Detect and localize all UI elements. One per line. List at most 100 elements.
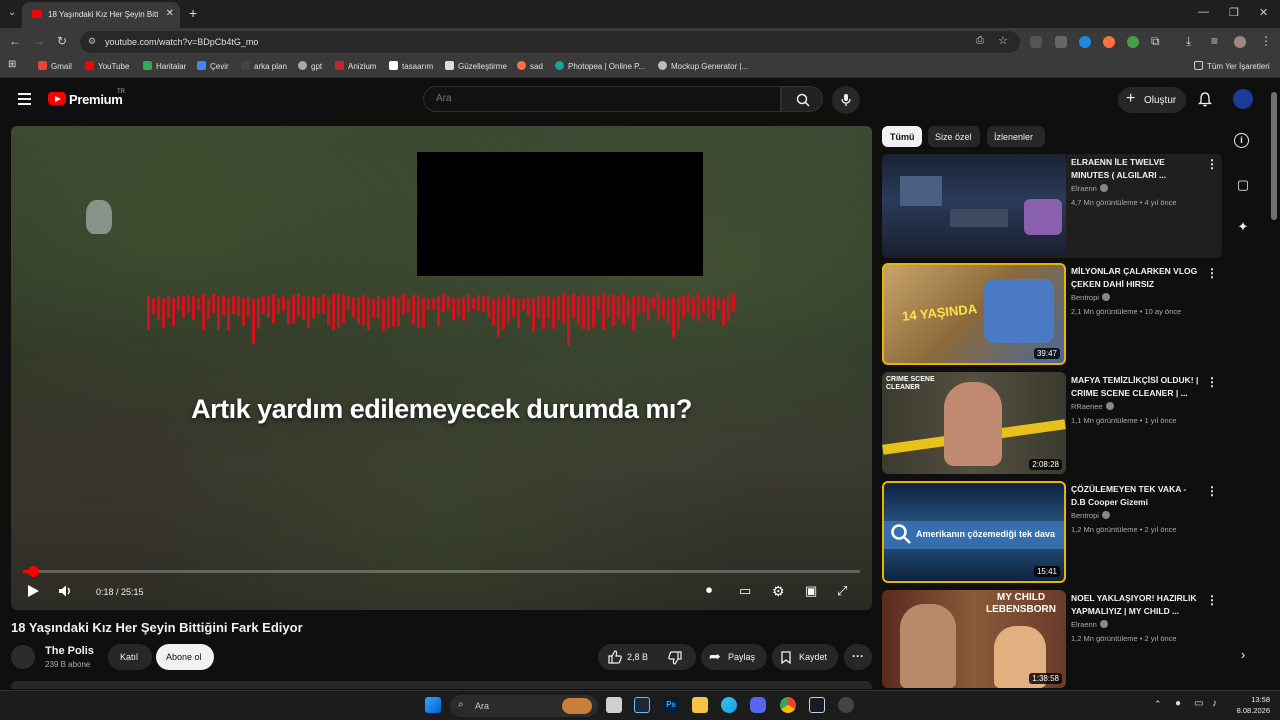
progress-scrubber[interactable]	[28, 566, 39, 577]
download-icon[interactable]: ⤓	[1186, 34, 1191, 49]
extension-icon[interactable]	[1030, 36, 1042, 48]
extension-x-icon[interactable]	[1055, 36, 1067, 48]
recommendation-item[interactable]: 14 YAŞINDA 39:47 MİLYONLAR ÇALARKEN VLOG…	[882, 263, 1222, 367]
voice-search-button[interactable]	[832, 86, 860, 114]
close-window-icon[interactable]: ✕	[1259, 6, 1268, 19]
save-button[interactable]: Kaydet	[772, 644, 838, 670]
more-options-icon[interactable]: ⋮	[1206, 593, 1218, 607]
recommendation-item[interactable]: ELRAENN İLE TWELVE MINUTES ( ALGILARI ..…	[882, 154, 1222, 258]
discord-icon[interactable]	[750, 697, 766, 713]
channel-name[interactable]: The Polis	[45, 645, 94, 657]
autoplay-toggle-icon[interactable]: ⏺	[706, 583, 712, 598]
like-icon[interactable]	[608, 650, 622, 664]
miniplayer-icon[interactable]: ▣	[805, 583, 817, 599]
search-box[interactable]	[423, 86, 781, 112]
tab-list-chevron-icon[interactable]: ⌄	[8, 7, 16, 18]
scrollbar[interactable]	[1271, 92, 1277, 220]
reload-icon[interactable]: ↻	[57, 34, 67, 48]
join-button[interactable]: Katıl	[108, 644, 152, 670]
bookmark-gmail[interactable]: Gmail	[38, 61, 72, 71]
chrome-icon[interactable]	[780, 697, 796, 713]
restore-icon[interactable]: ❐	[1229, 6, 1239, 19]
address-bar[interactable]: ⚙ youtube.com/watch?v=BDpCb4tG_mo ⎙ ☆	[80, 31, 1020, 53]
bookmark-beautify[interactable]: Güzelleştirme	[445, 61, 507, 71]
youtube-logo-icon[interactable]	[48, 92, 66, 105]
channel-avatar[interactable]	[11, 645, 35, 669]
extension-blue-icon[interactable]	[1079, 36, 1091, 48]
bookmark-youtube[interactable]: YouTube	[85, 61, 129, 71]
recommendation-item[interactable]: CRIME SCENE CLEANER 2:08:28 MAFYA TEMİZL…	[882, 372, 1222, 476]
dislike-icon[interactable]	[668, 651, 682, 665]
bookmark-photopea[interactable]: Photopea | Online P...	[555, 61, 645, 71]
chip-all[interactable]: Tümü	[882, 126, 922, 147]
search-input[interactable]	[436, 93, 756, 104]
menu-hamburger-icon[interactable]	[18, 93, 31, 105]
chat-icon[interactable]: ▢	[1234, 177, 1252, 195]
forward-icon[interactable]: →	[33, 34, 45, 48]
bookmark-anizium[interactable]: Anizium	[335, 61, 376, 71]
site-info-icon[interactable]: ⚙	[88, 36, 96, 47]
extensions-puzzle-icon[interactable]: ⧉	[1151, 34, 1160, 49]
bookmark-translate[interactable]: Çevir	[197, 61, 229, 71]
app-icon[interactable]	[838, 697, 854, 713]
chip-for-you[interactable]: Size özel	[928, 126, 980, 147]
bookmark-star-icon[interactable]: ☆	[998, 34, 1008, 47]
back-icon[interactable]: ←	[9, 34, 21, 48]
bookmark-gpt[interactable]: gpt	[298, 61, 322, 71]
file-explorer-icon[interactable]	[692, 697, 708, 713]
all-bookmarks[interactable]: Tüm Yer İşaretleri	[1194, 61, 1270, 71]
account-avatar[interactable]	[1233, 89, 1253, 109]
volume-icon[interactable]	[58, 584, 74, 598]
install-icon[interactable]: ⎙	[976, 35, 984, 46]
windows-start-icon[interactable]	[425, 697, 441, 713]
subscribe-button[interactable]: Abone ol	[156, 644, 214, 670]
display-tray-icon[interactable]: ▭	[1194, 698, 1203, 709]
reading-list-icon[interactable]: ≡	[1211, 34, 1218, 48]
bookmark-sad[interactable]: sad	[517, 61, 543, 71]
close-tab-icon[interactable]: ✕	[166, 8, 174, 19]
bookmark-maps[interactable]: Haritalar	[143, 61, 186, 71]
recommendation-thumbnail[interactable]: MY CHILD LEBENSBORN 1:38:58	[882, 590, 1066, 688]
speaker-tray-icon[interactable]: ♪	[1212, 698, 1217, 709]
photoshop-icon[interactable]: Ps	[663, 697, 679, 713]
more-options-icon[interactable]: ⋮	[1206, 157, 1218, 171]
recommendation-thumbnail[interactable]: Amerikanın çözemediği tek dava 15:41	[882, 481, 1066, 583]
edge-icon[interactable]	[721, 697, 737, 713]
recommendation-thumbnail[interactable]: CRIME SCENE CLEANER 2:08:28	[882, 372, 1066, 474]
play-icon[interactable]	[26, 584, 40, 598]
extension-orange-icon[interactable]	[1103, 36, 1115, 48]
settings-gear-icon[interactable]: ⚙	[772, 583, 785, 600]
taskbar-search[interactable]: ⌕ Ara	[450, 695, 598, 717]
recommendation-thumbnail[interactable]	[882, 154, 1066, 256]
apps-grid-icon[interactable]: ⊞	[8, 59, 16, 70]
system-clock[interactable]: 13:58 8.08.2026	[1230, 694, 1270, 716]
bookmark-mockup[interactable]: Mockup Generator |...	[658, 61, 748, 71]
sparkle-icon[interactable]: ✦	[1234, 219, 1252, 237]
minimize-icon[interactable]: —	[1198, 6, 1209, 18]
fullscreen-icon[interactable]: ⤢	[837, 583, 847, 599]
info-icon[interactable]: i	[1234, 133, 1249, 148]
more-options-icon[interactable]: ⋮	[1206, 375, 1218, 389]
subtitles-icon[interactable]: ▭	[739, 583, 751, 599]
recommendation-thumbnail[interactable]: 14 YAŞINDA 39:47	[882, 263, 1066, 365]
more-options-icon[interactable]: ⋮	[1206, 266, 1218, 280]
tray-chevron-icon[interactable]: ⌃	[1154, 699, 1162, 710]
recommendation-item[interactable]: MY CHILD LEBENSBORN 1:38:58 NOEL YAKLAŞI…	[882, 590, 1222, 688]
notifications-bell-icon[interactable]	[1198, 92, 1212, 107]
search-button[interactable]	[781, 86, 823, 112]
profile-icon[interactable]	[1234, 36, 1246, 48]
new-tab-icon[interactable]: +	[189, 5, 197, 21]
browser-tab[interactable]: 18 Yaşındaki Kız Her Şeyin Bittiğ ✕	[22, 2, 180, 28]
task-view-icon[interactable]	[606, 697, 622, 713]
next-chevron-icon[interactable]: ›	[1234, 647, 1252, 665]
menu-dots-icon[interactable]: ⋮	[1260, 34, 1272, 48]
steam-alt-icon[interactable]	[809, 697, 825, 713]
extension-green-icon[interactable]	[1127, 36, 1139, 48]
microphone-tray-icon[interactable]: ●	[1175, 698, 1181, 709]
recommendation-item[interactable]: Amerikanın çözemediği tek dava 15:41 ÇÖZ…	[882, 481, 1222, 585]
progress-bar[interactable]	[23, 566, 860, 577]
video-player[interactable]: Artık yardım edilemeyecek durumda mı? 0:…	[11, 126, 872, 610]
more-options-icon[interactable]: ⋮	[1206, 484, 1218, 498]
bookmark-background[interactable]: arka plan	[241, 61, 287, 71]
bookmark-design[interactable]: tasaarım	[389, 61, 433, 71]
